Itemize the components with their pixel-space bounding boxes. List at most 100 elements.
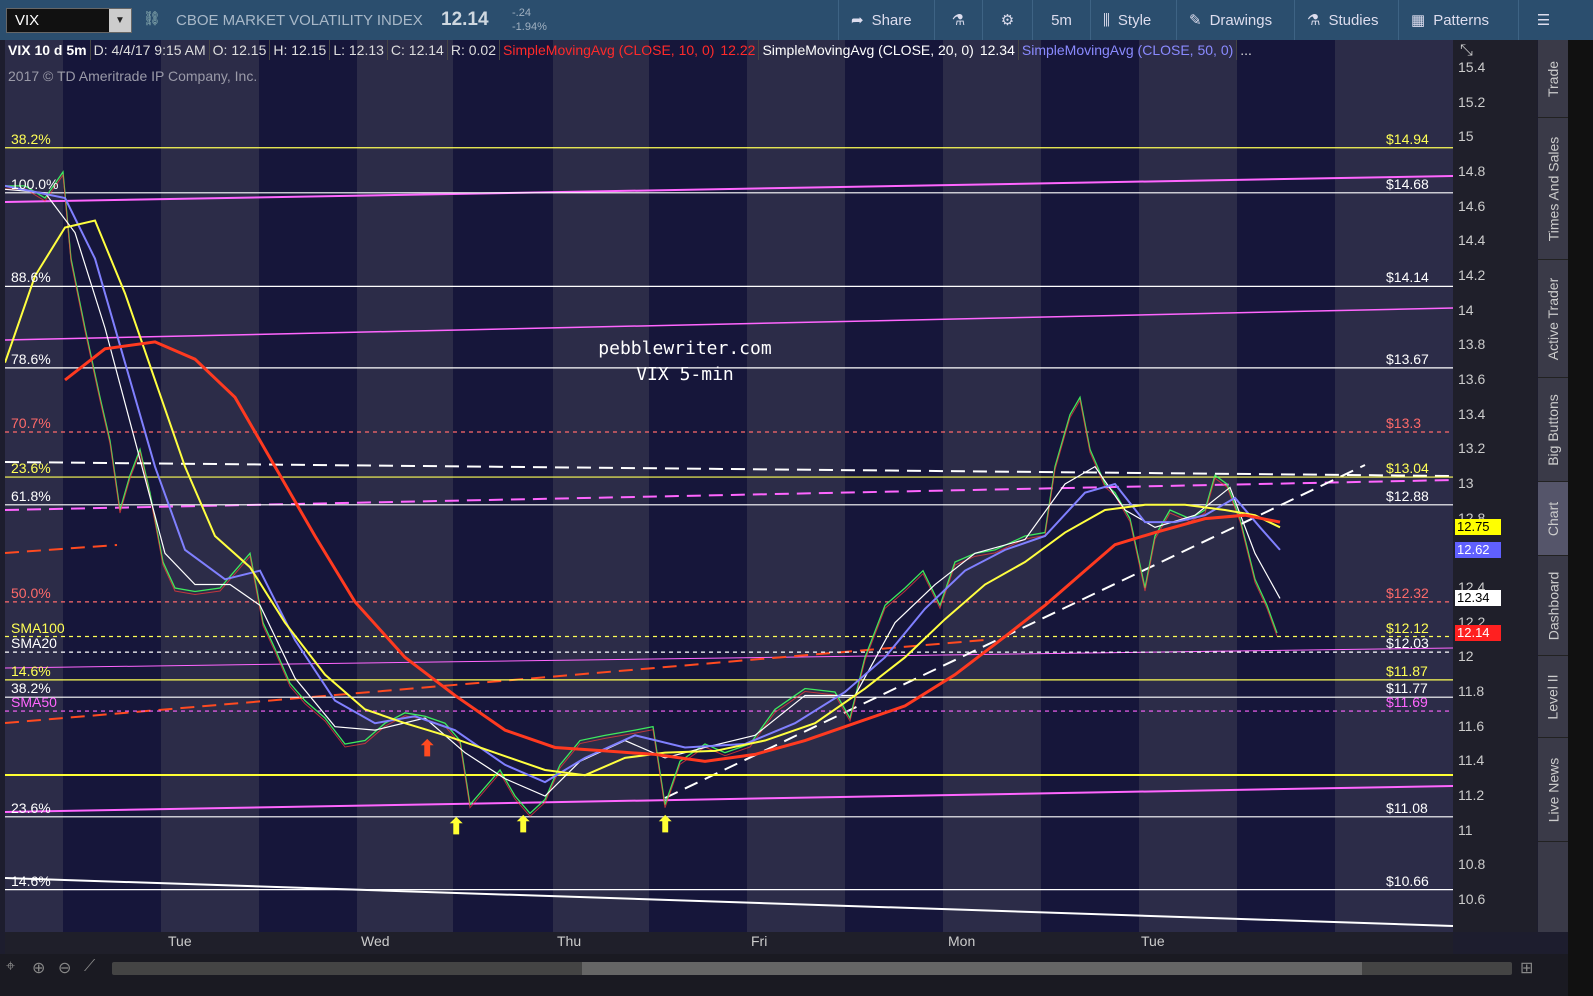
style-label: Style — [1117, 11, 1152, 29]
zoom-in-icon[interactable]: ⊕ — [32, 958, 45, 978]
tab-chart[interactable]: Chart — [1538, 482, 1568, 556]
y-tick: 13 — [1458, 475, 1474, 491]
level-left-label: 61.8% — [11, 487, 51, 504]
tab-active-trader-label: Active Trader — [1545, 277, 1562, 360]
bar-high: H: 12.15 — [270, 40, 331, 60]
y-tick: 11.8 — [1458, 683, 1485, 699]
session-band — [357, 40, 453, 932]
y-tick: 14 — [1458, 301, 1474, 318]
right-tab-strip: Trade Times And Sales Active Trader Big … — [1538, 40, 1568, 932]
chart-header: VIX 10 d 5m D: 4/4/17 9:15 AM O: 12.15 H… — [5, 40, 1453, 60]
arrow-up-icon: ⬆ — [656, 812, 675, 837]
y-tick: 14.2 — [1458, 267, 1486, 283]
patterns-label: Patterns — [1433, 11, 1490, 29]
tab-active-trader[interactable]: Active Trader — [1538, 260, 1568, 378]
tab-level-ii[interactable]: Level II — [1538, 656, 1568, 738]
tab-live-news[interactable]: Live News — [1538, 738, 1568, 842]
session-band — [1335, 40, 1453, 932]
level-left-label: 23.6% — [11, 799, 51, 816]
level-right-label: $12.32 — [1386, 584, 1429, 601]
sma20-label[interactable]: SimpleMovingAvg (CLOSE, 20, 0) — [759, 40, 976, 60]
level-right-label: $12.03 — [1386, 635, 1429, 652]
symbol-input-value[interactable]: VIX — [7, 12, 109, 29]
scrollbar-thumb[interactable] — [582, 962, 1362, 975]
sma20-value: 12.34 — [977, 40, 1019, 60]
timeframe-button[interactable]: 5m — [1032, 0, 1090, 40]
share-button[interactable]: ➦ Share — [838, 0, 934, 40]
level-right-label: $11.87 — [1386, 662, 1428, 679]
price-badge: 12.75 — [1455, 519, 1501, 536]
arrow-up-icon: ⬆ — [514, 812, 533, 837]
tab-trade[interactable]: Trade — [1538, 40, 1568, 118]
level-left-label: 23.6% — [11, 460, 51, 477]
sma50-label[interactable]: SimpleMovingAvg (CLOSE, 50, 0) — [1019, 40, 1238, 60]
gear-icon: ⚙ — [1000, 12, 1015, 29]
x-tick: Tue — [1141, 933, 1165, 949]
bar-close: C: 12.14 — [388, 40, 448, 60]
flask-button[interactable]: ⚗ — [934, 0, 982, 40]
drawings-button[interactable]: ✎ Drawings — [1176, 0, 1294, 40]
security-name: CBOE MARKET VOLATILITY INDEX — [176, 12, 423, 29]
style-button[interactable]: ⫼ Style — [1090, 0, 1176, 40]
session-band — [5, 40, 63, 932]
level-right-label: $10.66 — [1386, 872, 1429, 889]
x-tick: Wed — [361, 933, 390, 949]
x-tick: Tue — [168, 933, 192, 949]
price-chart[interactable] — [5, 40, 1453, 932]
chart-scrollbar[interactable] — [112, 962, 1512, 975]
draw-icon[interactable]: ⟋ — [84, 958, 95, 976]
security-price: 12.14 — [441, 9, 489, 30]
copyright: 2017 © TD Ameritrade IP Company, Inc. — [8, 68, 258, 84]
beaker-icon: ⚗ — [1307, 12, 1321, 29]
x-tick: Fri — [751, 933, 768, 949]
right-edge — [1568, 40, 1593, 996]
y-tick: 15.2 — [1458, 93, 1486, 110]
tab-big-buttons[interactable]: Big Buttons — [1538, 378, 1568, 482]
level-right-label: $14.68 — [1386, 175, 1429, 192]
bar-open: O: 12.15 — [210, 40, 271, 60]
more-studies[interactable]: ... — [1237, 40, 1255, 60]
chart-canvas[interactable] — [5, 40, 1453, 932]
bottom-bar: ⌖ ⊕ ⊖ ⟋ ⊞ — [0, 954, 1568, 996]
crosshair-icon[interactable]: ⌖ — [6, 958, 15, 976]
link-icon[interactable]: ⛓ — [143, 10, 161, 30]
watermark-line2: VIX 5-min — [636, 364, 734, 385]
x-tick: Thu — [557, 933, 582, 949]
y-tick: 15.4 — [1458, 59, 1486, 75]
level-left-label: 70.7% — [11, 415, 51, 431]
session-band — [161, 40, 259, 932]
level-left-label: 14.6% — [11, 872, 51, 889]
settings-button[interactable]: ⚙ — [982, 0, 1032, 40]
expand-icon[interactable]: ⤡ — [1460, 42, 1473, 60]
tab-live-news-label: Live News — [1545, 757, 1561, 822]
sma10-value: 12.22 — [717, 40, 760, 60]
symbol-input[interactable]: VIX ▼ — [6, 8, 132, 33]
level-left-label: SMA50 — [11, 694, 57, 711]
chevron-down-icon[interactable]: ▼ — [109, 9, 131, 32]
y-tick: 13.2 — [1458, 440, 1486, 457]
y-tick: 11 — [1458, 821, 1473, 838]
y-tick: 12 — [1458, 648, 1474, 665]
fit-icon[interactable]: ⊞ — [1520, 958, 1533, 978]
drawings-label: Drawings — [1209, 11, 1273, 29]
time-axis[interactable]: Tue Wed Thu Fri Mon Tue — [5, 932, 1453, 954]
zoom-out-icon[interactable]: ⊖ — [58, 958, 71, 978]
tab-dashboard-label: Dashboard — [1545, 571, 1561, 640]
sma10-label[interactable]: SimpleMovingAvg (CLOSE, 10, 0) — [500, 40, 717, 60]
level-right-label: $14.14 — [1386, 269, 1429, 286]
level-right-label: $12.88 — [1386, 487, 1429, 504]
tab-times-and-sales[interactable]: Times And Sales — [1538, 118, 1568, 260]
bar-range: R: 0.02 — [448, 40, 500, 60]
price-badge: 12.14 — [1455, 625, 1501, 642]
level-left-label: SMA100 — [11, 619, 65, 636]
level-right-label: $12.12 — [1386, 619, 1429, 636]
tab-chart-label: Chart — [1545, 501, 1562, 536]
level-left-label: SMA20 — [11, 635, 57, 652]
top-toolbar: VIX ▼ ⛓ CBOE MARKET VOLATILITY INDEX 12.… — [0, 0, 1593, 40]
patterns-button[interactable]: ▦ Patterns — [1398, 0, 1518, 40]
tab-dashboard[interactable]: Dashboard — [1538, 556, 1568, 656]
price-axis[interactable]: 15.4 15.2 15 14.8 14.6 14.4 14.2 14 13.8 13.6 13.4… — [1453, 40, 1537, 932]
studies-button[interactable]: ⚗ Studies — [1294, 0, 1398, 40]
menu-button[interactable]: ☰ — [1518, 0, 1568, 40]
tab-trade-label: Trade — [1545, 60, 1561, 97]
